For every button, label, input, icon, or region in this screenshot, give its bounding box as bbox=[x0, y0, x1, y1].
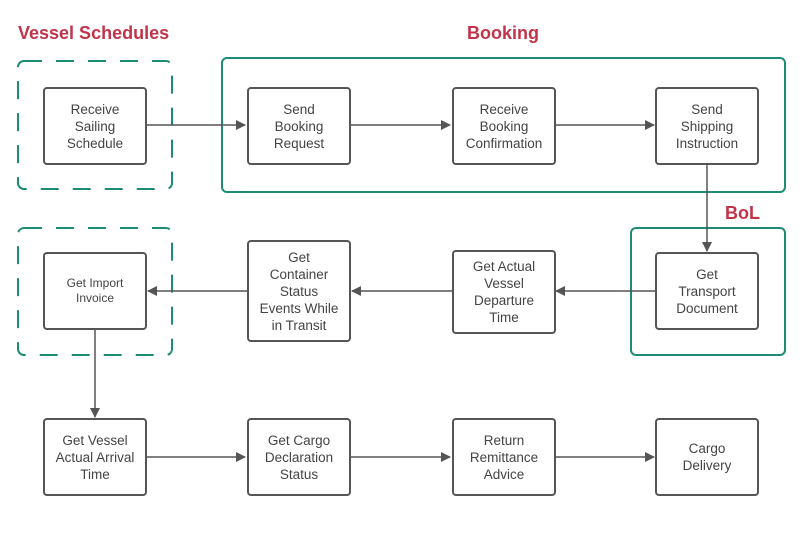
node-get-cargo-declaration-status[interactable]: Get Cargo Declaration Status bbox=[247, 418, 351, 496]
group-title-bol: BoL bbox=[725, 203, 760, 223]
node-get-actual-vessel-departure-time[interactable]: Get Actual Vessel Departure Time bbox=[452, 250, 556, 334]
node-send-booking-request[interactable]: Send Booking Request bbox=[247, 87, 351, 165]
node-get-import-invoice[interactable]: Get Import Invoice bbox=[43, 252, 147, 330]
node-receive-booking-confirmation[interactable]: Receive Booking Confirmation bbox=[452, 87, 556, 165]
node-get-vessel-actual-arrival-time[interactable]: Get Vessel Actual Arrival Time bbox=[43, 418, 147, 496]
node-return-remittance-advice[interactable]: Return Remittance Advice bbox=[452, 418, 556, 496]
node-get-transport-document[interactable]: Get Transport Document bbox=[655, 252, 759, 330]
node-receive-sailing-schedule[interactable]: Receive Sailing Schedule bbox=[43, 87, 147, 165]
node-send-shipping-instruction[interactable]: Send Shipping Instruction bbox=[655, 87, 759, 165]
node-cargo-delivery[interactable]: Cargo Delivery bbox=[655, 418, 759, 496]
group-title-vessel-schedules: Vessel Schedules bbox=[18, 23, 170, 43]
node-get-container-status-events[interactable]: Get Container Status Events While in Tra… bbox=[247, 240, 351, 342]
group-title-booking: Booking bbox=[467, 23, 539, 43]
